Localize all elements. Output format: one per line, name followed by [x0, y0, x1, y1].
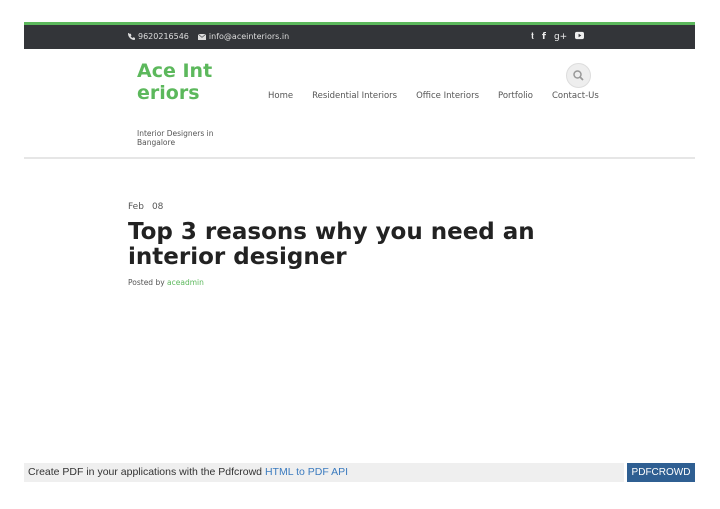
youtube-icon[interactable]	[575, 31, 585, 44]
google-plus-icon[interactable]: g+	[554, 32, 567, 43]
post-day: 08	[151, 202, 164, 212]
email-link[interactable]: info@aceinteriors.in	[197, 32, 290, 41]
search-icon	[573, 70, 584, 81]
social-links: 𝐭 f g+	[531, 31, 585, 44]
search-button[interactable]	[566, 63, 591, 88]
post-author-link[interactable]: aceadmin	[167, 278, 204, 287]
nav-item-residential-interiors[interactable]: Residential Interiors	[312, 91, 397, 101]
email-address: info@aceinteriors.in	[208, 32, 290, 41]
nav-item-office-interiors[interactable]: Office Interiors	[416, 91, 479, 101]
pdfcrowd-api-link[interactable]: HTML to PDF API	[265, 466, 348, 478]
site-tagline: Interior Designers in Bangalore	[137, 129, 214, 147]
post-meta: Posted by aceadmin	[128, 278, 608, 287]
nav-item-home[interactable]: Home	[268, 91, 293, 101]
phone-number: 9620216546	[138, 32, 189, 41]
twitter-icon[interactable]: 𝐭	[531, 32, 534, 43]
site-logo[interactable]: Ace Interiors	[137, 60, 217, 104]
envelope-icon	[197, 33, 206, 40]
post-month: Feb	[128, 202, 144, 212]
phone-icon	[128, 33, 135, 40]
pdfcrowd-button[interactable]: PDFCROWD	[627, 463, 695, 482]
page-frame: 9620216546 info@aceinteriors.in 𝐭 f g+ A…	[24, 22, 695, 159]
post-title: Top 3 reasons why you need an interior d…	[128, 219, 535, 270]
posted-by-label: Posted by	[128, 278, 165, 287]
nav-item-contact-us[interactable]: Contact-Us	[552, 91, 599, 101]
site-header: Ace Interiors Interior Designers in Bang…	[24, 49, 695, 159]
phone-link[interactable]: 9620216546	[128, 32, 189, 41]
facebook-icon[interactable]: f	[542, 32, 546, 43]
top-bar: 9620216546 info@aceinteriors.in 𝐭 f g+	[24, 25, 695, 49]
main-nav: Home Residential Interiors Office Interi…	[268, 91, 599, 101]
blog-post: Feb 08 Top 3 reasons why you need an int…	[128, 202, 608, 287]
pdfcrowd-banner: Create PDF in your applications with the…	[24, 463, 624, 482]
post-date: Feb 08	[128, 202, 608, 212]
nav-item-portfolio[interactable]: Portfolio	[498, 91, 533, 101]
pdfcrowd-text: Create PDF in your applications with the…	[28, 466, 263, 478]
contact-info: 9620216546 info@aceinteriors.in	[128, 32, 289, 41]
